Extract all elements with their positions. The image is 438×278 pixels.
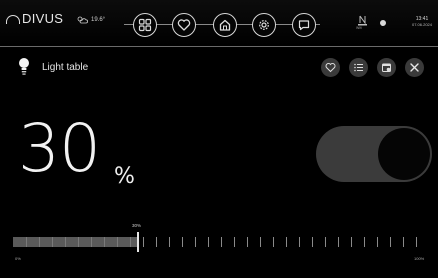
- weather-widget: 19.6°: [76, 15, 105, 25]
- slider-tick: [299, 237, 300, 247]
- slider-tick: [312, 237, 313, 247]
- schedule-button[interactable]: [377, 58, 396, 77]
- slider-value-label: 30%: [132, 223, 142, 228]
- list-button[interactable]: [349, 58, 368, 77]
- network-label: Wifi: [356, 26, 362, 30]
- slider-tick: [377, 237, 378, 247]
- nav-favorites-button[interactable]: [172, 13, 196, 37]
- slider-tick: [351, 237, 352, 247]
- slider-tick: [182, 237, 183, 247]
- slider-max-label: 100%: [414, 256, 425, 261]
- slider-tick: [117, 237, 118, 247]
- slider-tick: [169, 237, 170, 247]
- slider-tick: [364, 237, 365, 247]
- top-bar: DIVUS 19.6° Wifi 13:41 07.06.2024: [0, 0, 438, 47]
- slider-tick: [403, 237, 404, 247]
- slider-tick: [91, 237, 92, 247]
- nav-messages-button[interactable]: [292, 13, 316, 37]
- schedule-icon: [382, 63, 391, 72]
- slider-tick: [104, 237, 105, 247]
- list-icon: [354, 63, 363, 72]
- slider-fill: [13, 237, 138, 247]
- dimmer-slider[interactable]: [13, 232, 428, 252]
- slider-tick: [26, 237, 27, 247]
- heart-icon: [177, 19, 191, 31]
- close-icon: [410, 63, 419, 72]
- slider-tick: [39, 237, 40, 247]
- chat-icon: [298, 20, 310, 31]
- slider-tick: [65, 237, 66, 247]
- clock-date: 07.06.2024: [411, 22, 432, 27]
- status-dot: [380, 20, 386, 26]
- slider-tick: [143, 237, 144, 247]
- slider-tick: [156, 237, 157, 247]
- favorite-button[interactable]: [321, 58, 340, 77]
- slider-tick: [416, 237, 417, 247]
- slider-tick: [221, 237, 222, 247]
- close-button[interactable]: [405, 58, 424, 77]
- light-bulb-icon: [19, 58, 29, 75]
- apps-grid-icon: [138, 18, 152, 32]
- slider-tick: [234, 237, 235, 247]
- power-toggle[interactable]: [316, 126, 432, 182]
- slider-tick: [78, 237, 79, 247]
- gear-icon: [259, 20, 269, 30]
- slider-handle[interactable]: [137, 232, 139, 252]
- divus-logo: DIVUS: [6, 11, 63, 26]
- slider-tick: [338, 237, 339, 247]
- device-title: Light table: [42, 62, 89, 73]
- slider-tick: [130, 237, 131, 247]
- logo-arc-icon: [6, 15, 20, 24]
- toggle-knob[interactable]: [378, 128, 430, 180]
- favorite-icon: [325, 63, 336, 73]
- slider-tick: [273, 237, 274, 247]
- nav-apps-button[interactable]: [133, 13, 157, 37]
- nav-settings-button[interactable]: [252, 13, 276, 37]
- slider-tick: [325, 237, 326, 247]
- partly-cloudy-icon: [77, 16, 88, 24]
- home-icon: [219, 19, 231, 31]
- slider-tick: [52, 237, 53, 247]
- slider-tick: [208, 237, 209, 247]
- slider-tick: [260, 237, 261, 247]
- slider-tick: [286, 237, 287, 247]
- dimmer-value: 30: [18, 110, 101, 187]
- dimmer-unit: %: [114, 164, 135, 189]
- slider-min-label: 0%: [15, 256, 21, 261]
- slider-tick: [247, 237, 248, 247]
- slider-tick: [390, 237, 391, 247]
- nav-home-button[interactable]: [213, 13, 237, 37]
- outdoor-temperature: 19.6°: [91, 17, 106, 23]
- clock: 13:41 07.06.2024: [412, 16, 432, 27]
- network-status[interactable]: Wifi: [356, 14, 372, 30]
- logo-text: DIVUS: [22, 11, 64, 26]
- slider-tick: [195, 237, 196, 247]
